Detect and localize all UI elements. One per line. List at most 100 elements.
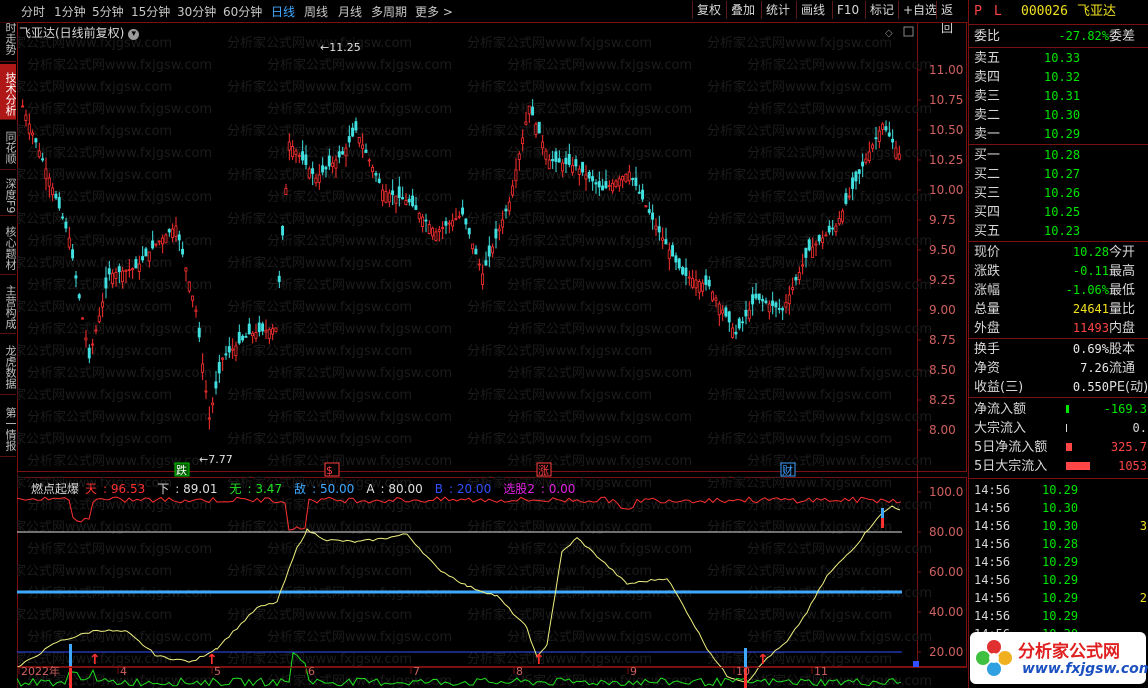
- high-price-annotation: ←11.25: [320, 41, 361, 54]
- candle-body: [391, 190, 395, 195]
- watermark-text: 分析家公式网www.fxjgsw.com: [27, 145, 212, 161]
- watermark-text: 分析家公式网www.fxjgsw.com: [27, 365, 212, 381]
- watermark-text: 分析家公式网www.fxjgsw.com: [267, 365, 452, 381]
- candle-body: [214, 381, 218, 389]
- event-marker-label: $: [326, 464, 333, 477]
- toolbar-button-5[interactable]: 标记: [865, 1, 898, 19]
- candle-body: [851, 177, 855, 189]
- period-tab-5[interactable]: 60分钟: [223, 3, 262, 20]
- left-tab-7[interactable]: 第一情报: [0, 397, 17, 457]
- period-tab-7[interactable]: 周线: [304, 3, 328, 20]
- period-tab-4[interactable]: 30分钟: [177, 3, 216, 20]
- candle-body: [344, 147, 348, 157]
- finance-value: 0.69%: [1072, 342, 1109, 356]
- watermark-text: 分析家公式网www.fxjgsw.com: [507, 57, 692, 73]
- candle-body: [247, 323, 251, 335]
- period-tab-9[interactable]: 多周期: [371, 3, 407, 20]
- left-tab-4[interactable]: 核心题材: [0, 218, 17, 275]
- candle-body: [547, 159, 551, 170]
- sell-level-row[interactable]: 卖一 10.29: [969, 125, 1148, 144]
- sell-level-row[interactable]: 卖二 10.30: [969, 106, 1148, 125]
- buy-level-row[interactable]: 买五 10.23: [969, 222, 1148, 241]
- left-tab-1[interactable]: 技术分析: [0, 64, 17, 120]
- candle-body: [107, 268, 111, 275]
- site-logo: 分析家公式网 www.fxjgsw.com: [970, 632, 1148, 684]
- period-tab-6[interactable]: 日线: [271, 3, 295, 20]
- toolbar-button-7[interactable]: 返回: [936, 1, 968, 35]
- left-tab-6[interactable]: 龙虎数据: [0, 336, 17, 395]
- left-tab-3[interactable]: 深度F9: [0, 172, 17, 216]
- candle-body: [127, 269, 131, 271]
- watermark-text: 分析家公式网www.fxjgsw.com: [17, 563, 172, 579]
- period-tab-2[interactable]: 5分钟: [92, 3, 124, 20]
- watermark-text: 分析家公式网www.fxjgsw.com: [267, 57, 452, 73]
- buy-level-row[interactable]: 买三 10.26: [969, 184, 1148, 203]
- candle-body: [327, 155, 331, 167]
- toolbar-button-4[interactable]: F10: [832, 1, 863, 19]
- candle-body: [114, 272, 118, 280]
- period-tab-3[interactable]: 15分钟: [131, 3, 170, 20]
- indicator-axis-label: 40.00: [929, 605, 963, 619]
- toolbar-button-2[interactable]: 统计: [761, 1, 794, 19]
- candle-body: [314, 177, 318, 184]
- maximize-icon: [903, 26, 914, 37]
- period-tab-1[interactable]: 1分钟: [54, 3, 86, 20]
- indicator-name[interactable]: 燃点起爆: [31, 482, 79, 496]
- candle-body: [234, 345, 238, 357]
- period-tab-10[interactable]: 更多 >: [415, 3, 453, 20]
- candle-body: [494, 228, 498, 239]
- candle-body: [874, 137, 878, 140]
- toolbar-button-0[interactable]: 复权: [692, 1, 725, 19]
- candle-body: [361, 144, 365, 149]
- candle-body: [284, 188, 288, 195]
- separator: [969, 397, 1148, 398]
- buy-level-row[interactable]: 买四 10.25: [969, 203, 1148, 222]
- candle-body: [194, 309, 198, 312]
- sell-level-row[interactable]: 卖五 10.33: [969, 49, 1148, 68]
- sell-level-row[interactable]: 卖三 10.31: [969, 87, 1148, 106]
- candle-body: [524, 121, 528, 125]
- candle-body: [754, 293, 758, 299]
- period-tab-8[interactable]: 月线: [338, 3, 362, 20]
- buy-level-row[interactable]: 买二 10.27: [969, 165, 1148, 184]
- stat-label-2: 最高: [1109, 264, 1136, 279]
- buy-level-row[interactable]: 买一 10.28: [969, 146, 1148, 165]
- candle-body: [154, 243, 158, 246]
- watermark-text: 分析家公式网www.fxjgsw.com: [467, 343, 652, 359]
- watermark-text: 分析家公式网www.fxjgsw.com: [227, 607, 412, 623]
- candle-body: [427, 224, 431, 234]
- date-axis-label: 6: [308, 665, 315, 678]
- candle-body: [67, 237, 71, 248]
- candle-body: [414, 205, 418, 210]
- sell-level-row[interactable]: 卖四 10.32: [969, 68, 1148, 87]
- candle-body: [121, 270, 125, 283]
- candle-body: [394, 195, 398, 204]
- candle-body: [657, 226, 661, 233]
- app-window: 分时走势 技术分析 同花顺 深度F9 核心题材 主营构成 龙虎数据 第一情报 分时 1分钟 5分钟…: [0, 0, 1148, 688]
- candle-body: [141, 256, 145, 261]
- toolbar-button-3[interactable]: 画线: [796, 1, 829, 19]
- toolbar-button-1[interactable]: 叠加: [726, 1, 759, 19]
- candle-body: [31, 132, 35, 136]
- period-tab-0[interactable]: 分时: [21, 3, 45, 20]
- left-tab-5[interactable]: 主营构成: [0, 277, 17, 334]
- candle-body: [64, 221, 68, 229]
- tick-price: 10.29: [1042, 555, 1079, 569]
- watermark-text: 分析家公式网www.fxjgsw.com: [267, 189, 452, 205]
- dropdown-icon[interactable]: ▾: [128, 29, 140, 40]
- toolbar-button-6[interactable]: +自选: [898, 1, 941, 19]
- candle-body: [224, 353, 228, 356]
- candle-body: [441, 227, 445, 229]
- quote-stat-row: 现价 10.28 今开: [969, 243, 1148, 262]
- candle-body: [714, 297, 718, 301]
- candle-body: [291, 146, 295, 158]
- kline-chart[interactable]: 分析家公式网www.fxjgsw.com 分析家公式网www.fxjgsw.com…: [17, 22, 967, 688]
- watermark-text: 分析家公式网www.fxjgsw.com: [707, 123, 892, 139]
- left-tab-2[interactable]: 同花顺: [0, 122, 17, 170]
- watermark-text: 分析家公式网www.fxjgsw.com: [17, 607, 172, 623]
- candle-body: [457, 215, 461, 218]
- candle-body: [261, 323, 265, 332]
- watermark-text: 分析家公式网www.fxjgsw.com: [707, 35, 892, 51]
- price-axis-label: 8.00: [929, 423, 956, 437]
- candle-body: [177, 234, 181, 241]
